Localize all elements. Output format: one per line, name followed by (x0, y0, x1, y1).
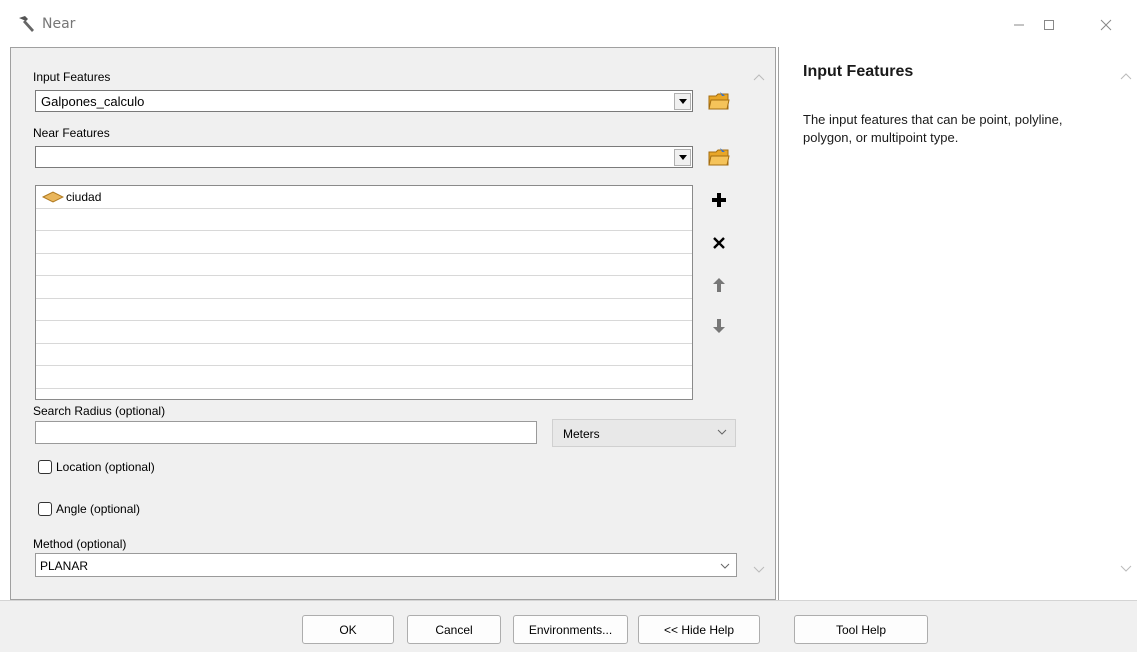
chevron-down-icon (717, 426, 727, 440)
cancel-button[interactable]: Cancel (407, 615, 501, 644)
move-up-icon[interactable] (707, 273, 731, 297)
search-radius-input[interactable] (35, 421, 537, 444)
search-radius-label: Search Radius (optional) (33, 404, 166, 418)
maximize-icon[interactable] (1026, 10, 1072, 40)
angle-label: Angle (optional) (56, 502, 141, 516)
dropdown-arrow-icon[interactable] (674, 93, 691, 110)
close-icon[interactable] (1083, 10, 1129, 40)
remove-icon[interactable] (707, 231, 731, 255)
move-down-icon[interactable] (707, 314, 731, 338)
list-item[interactable] (36, 231, 692, 254)
location-checkbox[interactable] (38, 460, 52, 474)
list-item[interactable]: ciudad (36, 186, 692, 209)
scroll-down-icon[interactable] (752, 563, 766, 577)
hide-help-button[interactable]: << Hide Help (638, 615, 760, 644)
button-bar: OK Cancel Environments... << Hide Help T… (0, 600, 1137, 652)
method-label: Method (optional) (33, 537, 127, 551)
add-icon[interactable] (707, 188, 731, 212)
location-checkbox-row[interactable]: Location (optional) (38, 460, 155, 474)
unit-value: Meters (563, 427, 600, 441)
help-title: Input Features (803, 63, 914, 80)
list-item[interactable] (36, 344, 692, 366)
chevron-down-icon (720, 560, 730, 574)
list-item[interactable] (36, 366, 692, 389)
list-item-label: ciudad (66, 190, 102, 204)
list-item[interactable] (36, 209, 692, 231)
window-title: Near (42, 16, 76, 32)
input-features-label: Input Features (33, 70, 111, 84)
method-select[interactable]: PLANAR (35, 553, 737, 577)
hammer-icon (16, 14, 36, 34)
browse-input-folder-icon[interactable] (706, 88, 732, 114)
title-bar: Near (0, 0, 1137, 48)
browse-near-folder-icon[interactable] (706, 144, 732, 170)
near-features-combo[interactable] (35, 146, 693, 168)
ok-button[interactable]: OK (302, 615, 394, 644)
near-features-label: Near Features (33, 126, 110, 140)
dropdown-arrow-icon[interactable] (674, 149, 691, 166)
tool-help-button[interactable]: Tool Help (794, 615, 928, 644)
help-text: The input features that can be point, po… (803, 112, 1063, 145)
angle-checkbox-row[interactable]: Angle (optional) (38, 502, 140, 516)
search-radius-unit-select[interactable]: Meters (552, 419, 736, 447)
location-label: Location (optional) (56, 460, 155, 474)
environments-button[interactable]: Environments... (513, 615, 628, 644)
input-features-value: Galpones_calculo (41, 94, 145, 109)
scroll-up-icon[interactable] (752, 70, 766, 84)
list-item[interactable] (36, 254, 692, 276)
method-value: PLANAR (40, 559, 89, 573)
help-pane: Input Features The input features that c… (778, 47, 1137, 600)
parameters-pane: Input Features Galpones_calculo Near Fea… (10, 47, 776, 600)
polygon-layer-icon (41, 191, 65, 206)
help-scroll-down-icon[interactable] (1119, 562, 1133, 576)
angle-checkbox[interactable] (38, 502, 52, 516)
input-features-combo[interactable]: Galpones_calculo (35, 90, 693, 112)
list-item[interactable] (36, 299, 692, 321)
list-item[interactable] (36, 276, 692, 299)
list-item[interactable] (36, 321, 692, 344)
near-features-list[interactable]: ciudad (35, 185, 693, 400)
help-scroll-up-icon[interactable] (1119, 69, 1133, 83)
